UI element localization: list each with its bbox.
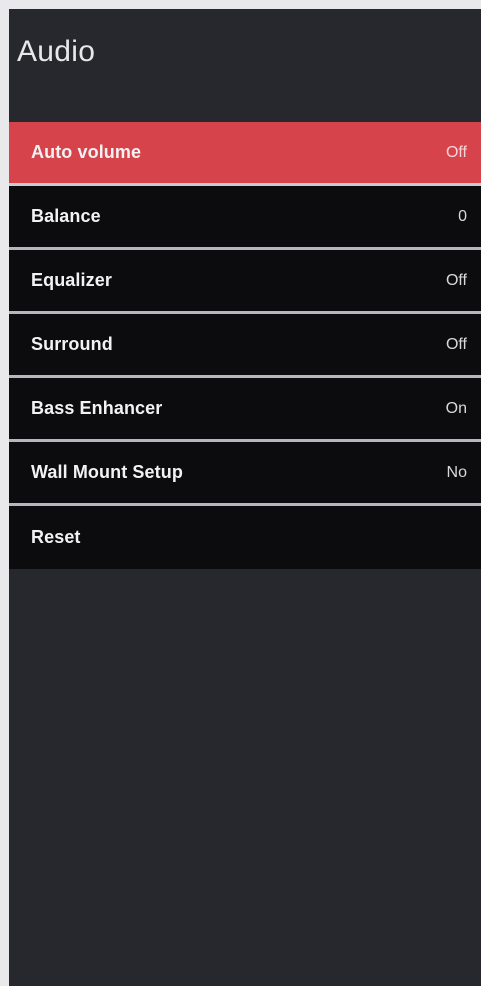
audio-menu: Auto volume Off Balance 0 Equalizer Off … [9,122,481,569]
menu-item-label: Balance [31,206,101,226]
menu-item-value: No [446,463,467,481]
audio-settings-panel: Audio Auto volume Off Balance 0 Equalize… [9,9,481,986]
menu-item-equalizer[interactable]: Equalizer Off [9,250,481,314]
menu-item-wall-mount-setup[interactable]: Wall Mount Setup No [9,442,481,506]
menu-item-value: Off [445,143,467,161]
menu-item-label: Surround [31,334,113,354]
menu-item-reset[interactable]: Reset [9,506,481,569]
menu-item-value: On [445,399,467,417]
menu-item-auto-volume[interactable]: Auto volume Off [9,122,481,186]
menu-item-surround[interactable]: Surround Off [9,314,481,378]
menu-item-label: Auto volume [31,142,142,162]
menu-item-bass-enhancer[interactable]: Bass Enhancer On [9,378,481,442]
page-title: Audio [17,35,96,68]
menu-item-label: Wall Mount Setup [31,462,183,482]
menu-item-label: Reset [31,527,81,547]
menu-item-balance[interactable]: Balance 0 [9,186,481,250]
menu-item-label: Bass Enhancer [31,398,163,418]
menu-item-value: Off [445,335,467,353]
menu-item-value: 0 [458,207,467,225]
menu-item-label: Equalizer [31,270,112,290]
menu-item-value: Off [445,271,467,289]
